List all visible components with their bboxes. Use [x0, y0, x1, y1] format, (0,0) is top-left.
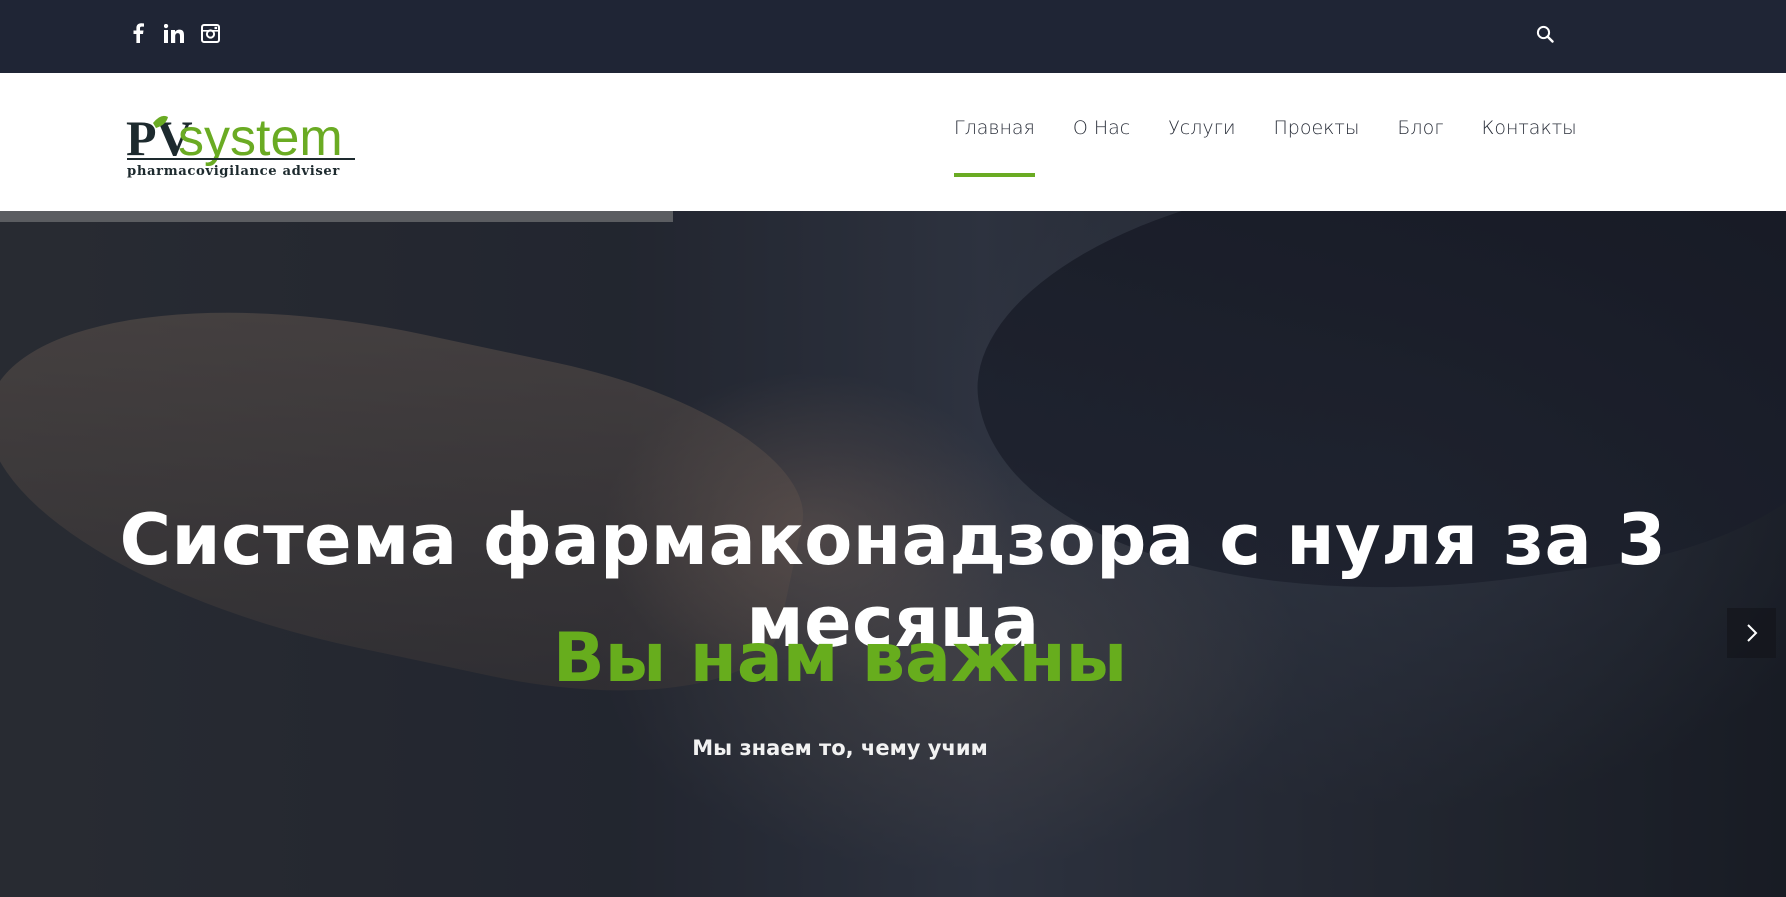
nav-item-about[interactable]: О Нас	[1054, 73, 1149, 211]
hero-tagline: Мы знаем то, чему учим	[692, 736, 988, 760]
site-header: PV system pharmacovigilance adviser Глав…	[0, 73, 1786, 211]
chevron-right-icon	[1746, 624, 1757, 642]
linkedin-icon[interactable]	[163, 22, 185, 44]
nav-item-home[interactable]: Главная	[935, 73, 1054, 211]
nav-label: О Нас	[1072, 117, 1131, 139]
nav-label: Проекты	[1273, 117, 1360, 139]
nav-item-contacts[interactable]: Контакты	[1463, 73, 1596, 211]
slider-next-button[interactable]	[1727, 608, 1776, 658]
nav-label: Услуги	[1168, 117, 1236, 139]
facebook-icon[interactable]	[127, 22, 149, 44]
hero-subtitle: Вы нам важны	[552, 619, 1128, 698]
logo[interactable]: PV system pharmacovigilance adviser	[126, 107, 356, 179]
instagram-icon[interactable]	[199, 22, 221, 44]
social-links	[127, 22, 221, 44]
main-nav: Главная О Нас Услуги Проекты Блог Контак…	[935, 73, 1596, 211]
nav-label: Блог	[1397, 117, 1444, 139]
top-bar	[0, 0, 1786, 73]
search-icon[interactable]	[1533, 22, 1557, 46]
nav-label: Главная	[954, 117, 1035, 139]
hero-slider: Система фармаконадзора с нуля за 3 месяц…	[0, 211, 1786, 897]
slider-progress-bar	[0, 211, 673, 222]
nav-label: Контакты	[1481, 117, 1577, 139]
nav-item-blog[interactable]: Блог	[1378, 73, 1462, 211]
nav-item-projects[interactable]: Проекты	[1254, 73, 1378, 211]
logo-tagline: pharmacovigilance adviser	[127, 164, 340, 179]
nav-item-services[interactable]: Услуги	[1149, 73, 1254, 211]
